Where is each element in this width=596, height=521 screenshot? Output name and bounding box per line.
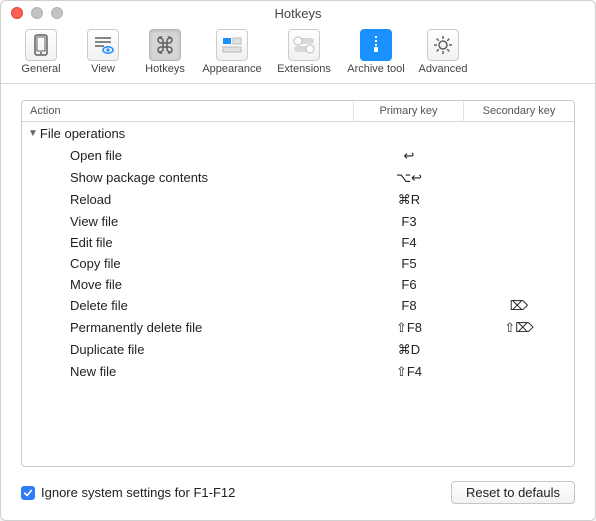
- toolbar-item-label: Hotkeys: [145, 63, 185, 75]
- table-row[interactable]: Permanently delete file⇧F8⇧⌦: [22, 317, 574, 339]
- checkbox-label: Ignore system settings for F1-F12: [41, 485, 235, 500]
- action-cell: Open file: [22, 148, 354, 164]
- toolbar-item-label: Advanced: [419, 63, 468, 75]
- toggles-icon: [288, 29, 320, 61]
- primary-key-cell[interactable]: F4: [354, 235, 464, 250]
- col-secondary[interactable]: Secondary key: [464, 101, 574, 121]
- secondary-key-cell[interactable]: [464, 170, 574, 186]
- action-cell: Delete file: [22, 298, 354, 314]
- secondary-key-cell[interactable]: [464, 148, 574, 164]
- table-row[interactable]: Duplicate file⌘D: [22, 339, 574, 361]
- primary-key-cell[interactable]: ⌘D: [354, 342, 464, 358]
- phone-icon: [25, 29, 57, 61]
- list-eye-icon: [87, 29, 119, 61]
- toolbar-item-archive-tool[interactable]: Archive tool: [341, 27, 411, 79]
- col-primary[interactable]: Primary key: [354, 101, 464, 121]
- titlebar: Hotkeys: [1, 1, 595, 25]
- reset-button[interactable]: Reset to defauls: [451, 481, 575, 504]
- zoom-button[interactable]: [51, 7, 63, 19]
- primary-key-cell[interactable]: ⌘R: [354, 192, 464, 208]
- secondary-key-cell[interactable]: [464, 192, 574, 208]
- preferences-window: Hotkeys General View Hotkeys Appearance Exte…: [0, 0, 596, 521]
- table-row[interactable]: Copy fileF5: [22, 253, 574, 274]
- action-cell: Show package contents: [22, 170, 354, 186]
- disclosure-triangle-icon[interactable]: ▼: [28, 128, 38, 139]
- close-button[interactable]: [11, 7, 23, 19]
- action-cell: Duplicate file: [22, 342, 354, 358]
- footer: Ignore system settings for F1-F12 Reset …: [21, 467, 575, 504]
- secondary-key-cell[interactable]: ⌦: [464, 298, 574, 314]
- toolbar: General View Hotkeys Appearance Extensions Ar…: [1, 25, 595, 84]
- table-header: Action Primary key Secondary key: [22, 101, 574, 122]
- action-cell: Permanently delete file: [22, 320, 354, 336]
- action-cell: View file: [22, 214, 354, 229]
- table-row[interactable]: Move fileF6: [22, 274, 574, 295]
- window-title: Hotkeys: [9, 6, 587, 21]
- table-row[interactable]: Edit fileF4: [22, 232, 574, 253]
- group-name: File operations: [40, 126, 125, 141]
- primary-key-cell[interactable]: F3: [354, 214, 464, 229]
- toolbar-item-general[interactable]: General: [11, 27, 71, 79]
- action-cell: Copy file: [22, 256, 354, 271]
- toolbar-item-hotkeys[interactable]: Hotkeys: [135, 27, 195, 79]
- hotkeys-table: Action Primary key Secondary key ▼ File …: [21, 100, 575, 467]
- toolbar-item-label: View: [91, 63, 115, 75]
- primary-key-cell[interactable]: ⇧F4: [354, 364, 464, 380]
- table-row[interactable]: View fileF3: [22, 211, 574, 232]
- secondary-key-cell[interactable]: [464, 235, 574, 250]
- primary-key-cell[interactable]: ⌥↩: [354, 170, 464, 186]
- secondary-key-cell[interactable]: ⇧⌦: [464, 320, 574, 336]
- table-body: ▼ File operations Open file↩Show package…: [22, 122, 574, 458]
- zip-icon: [360, 29, 392, 61]
- secondary-key-cell[interactable]: [464, 256, 574, 271]
- toolbar-item-appearance[interactable]: Appearance: [197, 27, 267, 79]
- toolbar-item-advanced[interactable]: Advanced: [413, 27, 473, 79]
- action-cell: Reload: [22, 192, 354, 208]
- table-row[interactable]: Open file↩: [22, 145, 574, 167]
- command-icon: [149, 29, 181, 61]
- checkbox-icon: [21, 486, 35, 500]
- secondary-key-cell[interactable]: [464, 277, 574, 292]
- col-action[interactable]: Action: [22, 101, 354, 121]
- table-row[interactable]: Reload⌘R: [22, 189, 574, 211]
- action-cell: Edit file: [22, 235, 354, 250]
- primary-key-cell[interactable]: F8: [354, 298, 464, 314]
- panels-icon: [216, 29, 248, 61]
- ignore-fn-checkbox[interactable]: Ignore system settings for F1-F12: [21, 485, 235, 500]
- content: Action Primary key Secondary key ▼ File …: [1, 84, 595, 520]
- minimize-button[interactable]: [31, 7, 43, 19]
- toolbar-item-extensions[interactable]: Extensions: [269, 27, 339, 79]
- table-row[interactable]: Show package contents⌥↩: [22, 167, 574, 189]
- table-row[interactable]: Delete fileF8⌦: [22, 295, 574, 317]
- toolbar-item-label: General: [21, 63, 60, 75]
- primary-key-cell[interactable]: ⇧F8: [354, 320, 464, 336]
- secondary-key-cell[interactable]: [464, 214, 574, 229]
- primary-key-cell[interactable]: F6: [354, 277, 464, 292]
- action-cell: New file: [22, 364, 354, 380]
- toolbar-item-label: Appearance: [202, 63, 261, 75]
- primary-key-cell[interactable]: F5: [354, 256, 464, 271]
- table-row[interactable]: New file⇧F4: [22, 361, 574, 383]
- secondary-key-cell[interactable]: [464, 364, 574, 380]
- toolbar-item-label: Extensions: [277, 63, 331, 75]
- group-row[interactable]: ▼ File operations: [22, 122, 574, 145]
- toolbar-item-view[interactable]: View: [73, 27, 133, 79]
- gear-icon: [427, 29, 459, 61]
- primary-key-cell[interactable]: ↩: [354, 148, 464, 164]
- action-cell: Move file: [22, 277, 354, 292]
- toolbar-item-label: Archive tool: [347, 63, 404, 75]
- secondary-key-cell[interactable]: [464, 342, 574, 358]
- traffic-lights: [11, 7, 63, 19]
